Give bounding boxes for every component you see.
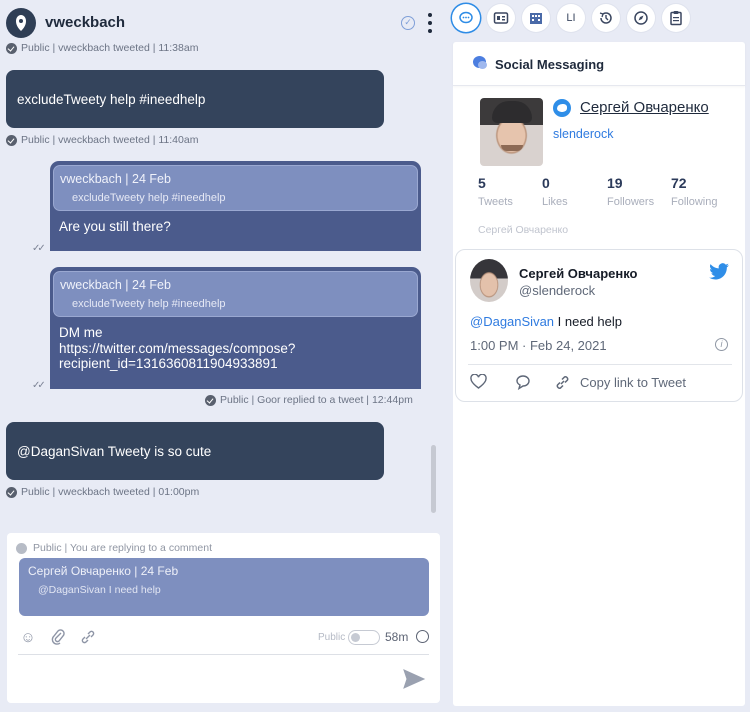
- contact-card-icon[interactable]: [487, 4, 515, 32]
- message-meta: Public | vweckbach tweeted | 01:00pm: [6, 486, 199, 498]
- scrollbar[interactable]: [431, 445, 436, 513]
- side-toolbar: LI: [452, 4, 690, 38]
- social-messaging-panel: Social Messaging Сергей Овчаренко slende…: [453, 42, 745, 706]
- outgoing-message[interactable]: vweckbach | 24 Feb excludeTweety help #i…: [50, 267, 421, 389]
- compass-icon[interactable]: [627, 4, 655, 32]
- copy-link-button[interactable]: Copy link to Tweet: [580, 375, 686, 390]
- link-icon[interactable]: [79, 629, 97, 647]
- public-toggle[interactable]: [348, 630, 380, 645]
- tweet-text: @DaganSivan I need help: [470, 314, 622, 329]
- profile-avatar[interactable]: [480, 98, 543, 166]
- message-text: @DaganSivan Tweety is so cute: [17, 443, 212, 459]
- chat-title: vweckbach: [45, 14, 126, 31]
- profile-name-link[interactable]: Сергей Овчаренко: [580, 99, 709, 116]
- double-check-icon: ✓✓: [32, 380, 46, 391]
- message-meta: Public | vweckbach tweeted | 11:40am: [6, 134, 198, 146]
- tweet-timestamp[interactable]: 1:00 PM · Feb 24, 2021: [470, 338, 607, 353]
- link-icon[interactable]: [554, 374, 571, 394]
- chat-icon[interactable]: [452, 4, 480, 32]
- message-text: Are you still there?: [59, 219, 171, 234]
- reply-bubble-icon[interactable]: [514, 374, 532, 393]
- quote-body: excludeTweety help #ineedhelp: [72, 298, 226, 310]
- message-list[interactable]: Public | vweckbach tweeted | 11:38am exc…: [0, 40, 445, 510]
- globe-icon: [16, 542, 27, 554]
- embedded-tweet[interactable]: Сергей Овчаренко @slenderock @DaganSivan…: [455, 249, 743, 402]
- history-icon[interactable]: [592, 4, 620, 32]
- mention-link[interactable]: @DaganSivan: [470, 314, 554, 329]
- divider: [18, 654, 429, 655]
- send-button[interactable]: [402, 668, 426, 690]
- tweet-author-handle[interactable]: @slenderock: [519, 283, 595, 298]
- stat-tweets: 5 Tweets: [478, 175, 513, 208]
- outgoing-message[interactable]: vweckbach | 24 Feb excludeTweety help #i…: [50, 161, 421, 251]
- reply-composer[interactable]: Public | You are replying to a comment С…: [7, 533, 440, 703]
- profile-handle-link[interactable]: slenderock: [553, 127, 613, 141]
- quote-header: Сергей Овчаренко | 24 Feb: [28, 564, 179, 578]
- avatar[interactable]: [6, 8, 36, 38]
- tweet-author-name[interactable]: Сергей Овчаренко: [519, 266, 638, 281]
- paperclip-icon[interactable]: [49, 629, 67, 647]
- tweet-avatar[interactable]: [470, 259, 508, 302]
- globe-icon: [6, 134, 17, 146]
- incoming-message[interactable]: excludeTweety help #ineedhelp: [6, 70, 384, 128]
- quoted-tweet[interactable]: vweckbach | 24 Feb excludeTweety help #i…: [53, 165, 418, 211]
- globe-icon: [205, 394, 216, 406]
- clipboard-icon[interactable]: [662, 4, 690, 32]
- divider: [468, 364, 732, 365]
- double-check-icon: ✓✓: [32, 243, 46, 254]
- clock-icon: [416, 630, 429, 643]
- timer-label: 58m: [385, 630, 409, 644]
- emoji-icon[interactable]: ☺: [19, 629, 37, 647]
- building-icon[interactable]: [522, 4, 550, 32]
- profile-subname: Сергей Овчаренко: [478, 224, 569, 236]
- dm-link[interactable]: https://twitter.com/messages/compose?: [59, 341, 412, 357]
- panel-title: Social Messaging: [495, 57, 605, 72]
- stat-likes: 0 Likes: [542, 175, 568, 208]
- quoted-tweet[interactable]: vweckbach | 24 Feb excludeTweety help #i…: [53, 271, 418, 317]
- message-text: DM me https://twitter.com/messages/compo…: [53, 317, 418, 382]
- social-messaging-icon: [473, 56, 487, 69]
- quote-header: vweckbach | 24 Feb: [60, 172, 171, 186]
- quote-body: @DaganSivan I need help: [38, 584, 161, 596]
- panel-header: Social Messaging: [453, 42, 745, 86]
- message-meta: Public | Goor replied to a tweet | 12:44…: [205, 394, 413, 406]
- globe-icon: [6, 486, 17, 498]
- public-toggle-label: Public: [318, 632, 346, 643]
- incoming-message[interactable]: @DaganSivan Tweety is so cute: [6, 422, 384, 480]
- li-button[interactable]: LI: [557, 4, 585, 32]
- info-icon[interactable]: i: [715, 338, 728, 351]
- globe-icon: [6, 42, 17, 54]
- twitter-icon: [553, 99, 571, 117]
- heart-icon[interactable]: [470, 373, 487, 392]
- stat-followers: 19 Followers: [607, 175, 655, 208]
- quote-header: vweckbach | 24 Feb: [60, 278, 171, 292]
- bird-logo-icon: [16, 15, 26, 31]
- composer-meta: Public | You are replying to a comment: [16, 542, 212, 554]
- quote-body: excludeTweety help #ineedhelp: [72, 192, 226, 204]
- more-vertical-icon[interactable]: [426, 13, 434, 33]
- send-icon: [403, 669, 426, 689]
- twitter-bird-icon[interactable]: [708, 263, 730, 281]
- check-circle-icon[interactable]: ✓: [401, 16, 415, 30]
- replying-to-quote: Сергей Овчаренко | 24 Feb @DaganSivan I …: [19, 558, 429, 616]
- message-text: excludeTweety help #ineedhelp: [17, 91, 206, 107]
- stat-following: 72 Following: [671, 175, 718, 208]
- message-meta: Public | vweckbach tweeted | 11:38am: [6, 42, 198, 54]
